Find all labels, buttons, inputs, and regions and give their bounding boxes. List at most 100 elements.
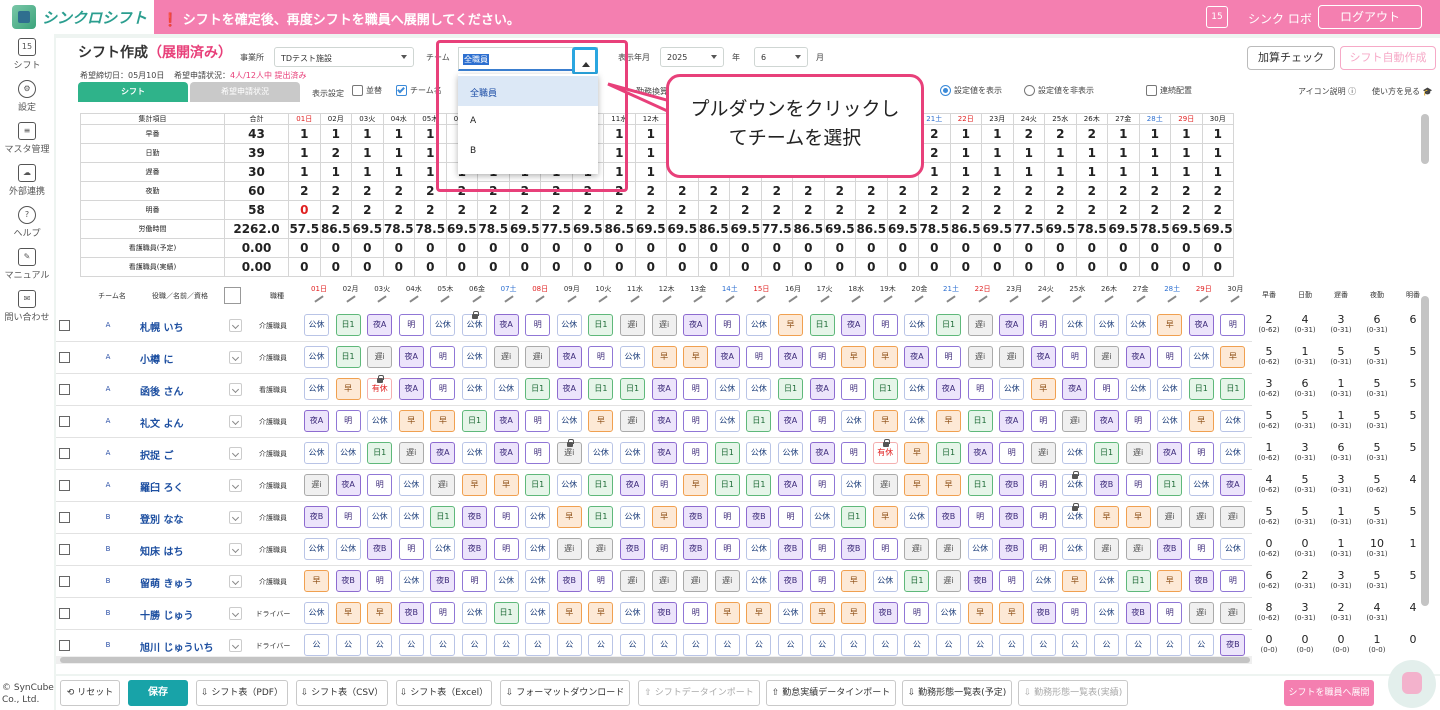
- shift-cell[interactable]: 夜A: [335, 474, 361, 496]
- shift-cell[interactable]: 公休: [1125, 314, 1151, 336]
- shift-cell[interactable]: 公休: [1030, 570, 1056, 592]
- shift-cell[interactable]: 夜A: [967, 442, 993, 464]
- shift-cell[interactable]: 早: [588, 602, 614, 624]
- shift-cell[interactable]: 夜A: [778, 346, 803, 368]
- day-header[interactable]: 15日: [746, 284, 776, 303]
- shift-cell[interactable]: 公休: [556, 410, 582, 432]
- nav-item-5[interactable]: ✎ マニュアル: [0, 248, 54, 281]
- shift-cell[interactable]: 公: [1094, 634, 1119, 656]
- shift-cell[interactable]: 夜A: [304, 410, 329, 432]
- day-header[interactable]: 14土: [715, 284, 745, 303]
- shift-cell[interactable]: 明: [367, 570, 393, 592]
- shift-cell[interactable]: 夜A: [367, 314, 393, 336]
- shift-cell[interactable]: 日1: [872, 378, 898, 400]
- shift-cell[interactable]: 明: [1188, 538, 1214, 560]
- shift-cell[interactable]: 明: [1062, 602, 1088, 624]
- shift-cell[interactable]: 明: [809, 346, 835, 368]
- shift-cell[interactable]: 早: [1030, 378, 1056, 400]
- shift-cell[interactable]: 明: [714, 538, 740, 560]
- day-header[interactable]: 21土: [936, 284, 966, 303]
- shift-cell[interactable]: 夜A: [1094, 410, 1119, 432]
- shift-cell[interactable]: 公休: [1188, 346, 1214, 368]
- shift-cell[interactable]: 夜A: [398, 346, 424, 368]
- shift-cell[interactable]: 早: [841, 602, 867, 624]
- shift-cell[interactable]: 明: [1062, 346, 1088, 368]
- shift-cell[interactable]: 公休: [367, 410, 393, 432]
- shift-cell[interactable]: 夜B: [1157, 538, 1183, 560]
- day-header[interactable]: 01日: [304, 284, 334, 303]
- shift-cell[interactable]: 夜B: [462, 506, 487, 528]
- day-header[interactable]: 16月: [778, 284, 808, 303]
- shift-cell[interactable]: 明: [778, 506, 803, 528]
- shift-cell[interactable]: 公休: [304, 602, 329, 624]
- shift-cell[interactable]: 公休: [1062, 471, 1088, 496]
- nav-item-0[interactable]: 15 シフト: [0, 38, 54, 71]
- shift-cell[interactable]: 早: [398, 410, 424, 432]
- shift-cell[interactable]: 公: [556, 634, 582, 656]
- shift-cell[interactable]: 明: [809, 538, 835, 560]
- shift-cell[interactable]: 遅i: [683, 570, 709, 592]
- shift-cell[interactable]: 早: [841, 570, 867, 592]
- shift-cell[interactable]: 早: [904, 474, 930, 496]
- hide-setting-radio[interactable]: 設定値を非表示: [1024, 85, 1094, 96]
- shift-cell[interactable]: 日1: [746, 474, 772, 496]
- row-checkbox[interactable]: [59, 640, 70, 651]
- shift-cell[interactable]: 公休: [1062, 314, 1088, 336]
- staff-name[interactable]: 旭川 じゅういち: [140, 639, 230, 654]
- shift-cell[interactable]: 公休: [398, 570, 424, 592]
- shift-cell[interactable]: 公休: [809, 506, 835, 528]
- day-header[interactable]: 20金: [904, 284, 934, 303]
- day-header[interactable]: 07土: [494, 284, 524, 303]
- staff-name[interactable]: 小樽 に: [140, 351, 230, 366]
- shift-cell[interactable]: 夜A: [778, 474, 803, 496]
- shift-cell[interactable]: 早: [430, 410, 456, 432]
- shift-cell[interactable]: 明: [683, 410, 709, 432]
- shift-cell[interactable]: 明: [1030, 474, 1056, 496]
- shift-cell[interactable]: 早: [999, 602, 1025, 624]
- shift-cell[interactable]: 夜B: [999, 506, 1025, 528]
- shift-cell[interactable]: 公休: [620, 602, 645, 624]
- row-checkbox[interactable]: [59, 416, 70, 427]
- shift-cell[interactable]: 明: [493, 538, 519, 560]
- shift-cell[interactable]: 夜B: [304, 506, 329, 528]
- shift-cell[interactable]: 早: [967, 602, 993, 624]
- shift-cell[interactable]: 公休: [746, 314, 772, 336]
- shift-cell[interactable]: 夜A: [651, 410, 677, 432]
- shift-cell[interactable]: 遅i: [1188, 506, 1214, 528]
- shift-cell[interactable]: 早: [714, 602, 740, 624]
- staff-name[interactable]: 択捉 ご: [140, 447, 230, 462]
- day-header[interactable]: 17火: [810, 284, 840, 303]
- shift-cell[interactable]: 遅i: [904, 538, 930, 560]
- shift-cell[interactable]: 日1: [525, 378, 551, 400]
- shift-cell[interactable]: 日1: [588, 314, 614, 336]
- how-to-link[interactable]: 使い方を見る 🎓: [1372, 86, 1433, 97]
- shift-cell[interactable]: 明: [904, 602, 930, 624]
- shift-cell[interactable]: 日1: [588, 378, 614, 400]
- shift-cell[interactable]: 公休: [1062, 538, 1088, 560]
- shift-cell[interactable]: 日1: [493, 602, 519, 624]
- chevron-down-icon[interactable]: [229, 543, 242, 556]
- shift-cell[interactable]: 夜A: [430, 442, 456, 464]
- chevron-down-icon[interactable]: [229, 319, 242, 332]
- shift-cell[interactable]: 明: [651, 538, 677, 560]
- shift-cell[interactable]: 早: [588, 410, 614, 432]
- shift-cell[interactable]: 公休: [1220, 410, 1246, 432]
- shift-cell[interactable]: 夜A: [778, 410, 803, 432]
- grid-scrollbar[interactable]: [1420, 286, 1430, 658]
- shift-cell[interactable]: 公休: [904, 314, 930, 336]
- shift-cell[interactable]: 公: [778, 634, 803, 656]
- day-header[interactable]: 12木: [652, 284, 682, 303]
- shift-cell[interactable]: 公休: [430, 314, 456, 336]
- grid-horizontal-scrollbar[interactable]: [56, 656, 1252, 664]
- shift-cell[interactable]: 夜A: [651, 442, 677, 464]
- shift-cell[interactable]: 明: [936, 346, 961, 368]
- shift-cell[interactable]: 公休: [936, 602, 961, 624]
- shift-cell[interactable]: 公: [683, 634, 709, 656]
- addition-check-button[interactable]: 加算チェック: [1247, 46, 1335, 70]
- shift-cell[interactable]: 明: [1188, 442, 1214, 464]
- shift-cell[interactable]: 遅i: [967, 346, 993, 368]
- shift-cell[interactable]: 夜A: [1220, 474, 1246, 496]
- shift-cell[interactable]: 明: [999, 570, 1025, 592]
- shift-cell[interactable]: 夜B: [335, 570, 361, 592]
- row-checkbox[interactable]: [59, 608, 70, 619]
